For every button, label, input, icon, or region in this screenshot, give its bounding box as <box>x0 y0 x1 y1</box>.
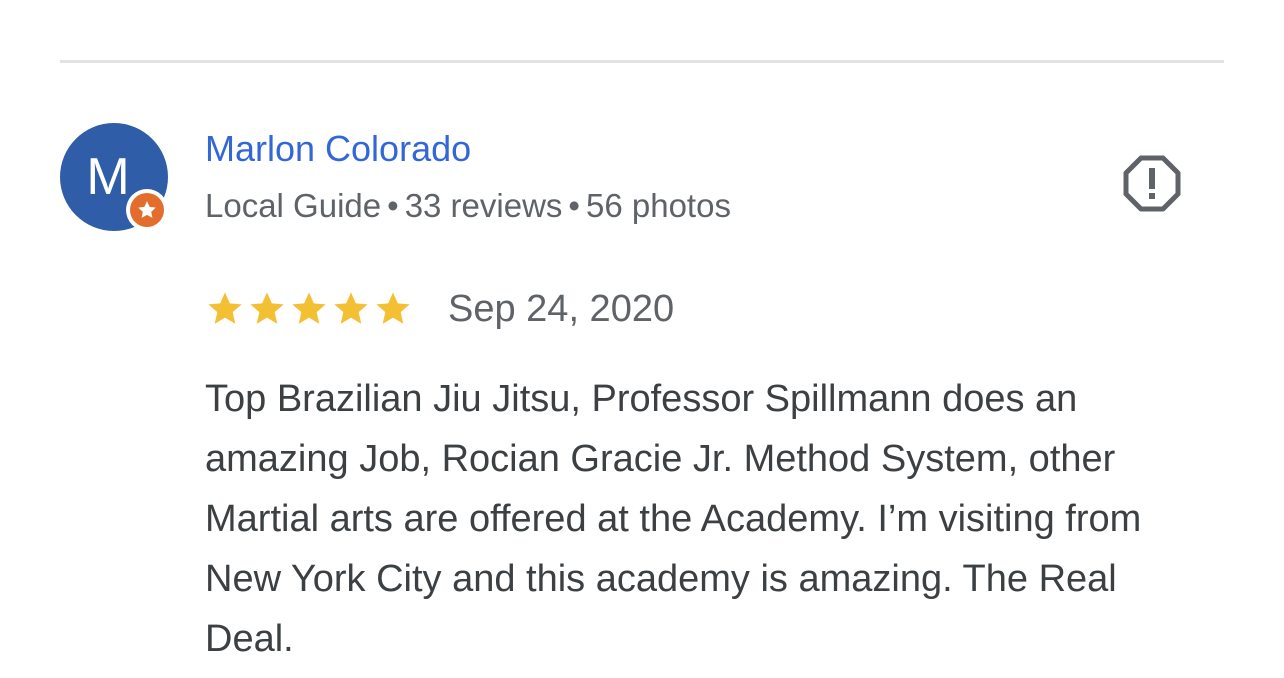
photo-count: 56 photos <box>585 187 731 224</box>
avatar-letter: M <box>86 148 130 206</box>
review-count: 33 reviews <box>404 187 563 224</box>
meta-separator: • <box>568 187 580 224</box>
reviewer-name[interactable]: Marlon Colorado <box>205 128 471 170</box>
star-icon <box>250 292 284 324</box>
meta-separator: • <box>387 187 399 224</box>
review-text: Top Brazilian Jiu Jitsu, Professor Spill… <box>205 378 1142 660</box>
review-date: Sep 24, 2020 <box>448 288 675 330</box>
star-icon <box>334 292 368 324</box>
rating-stars <box>205 289 413 329</box>
reviewer-meta: Local Guide • 33 reviews • 56 photos <box>205 187 731 225</box>
star-icon <box>208 292 242 324</box>
star-icon <box>292 292 326 324</box>
local-guide-badge <box>126 189 168 231</box>
star-icon <box>376 292 410 324</box>
section-divider <box>60 60 1224 63</box>
local-guide-label: Local Guide <box>205 187 382 224</box>
report-icon[interactable] <box>1122 153 1182 213</box>
local-guide-star-icon <box>130 193 164 227</box>
